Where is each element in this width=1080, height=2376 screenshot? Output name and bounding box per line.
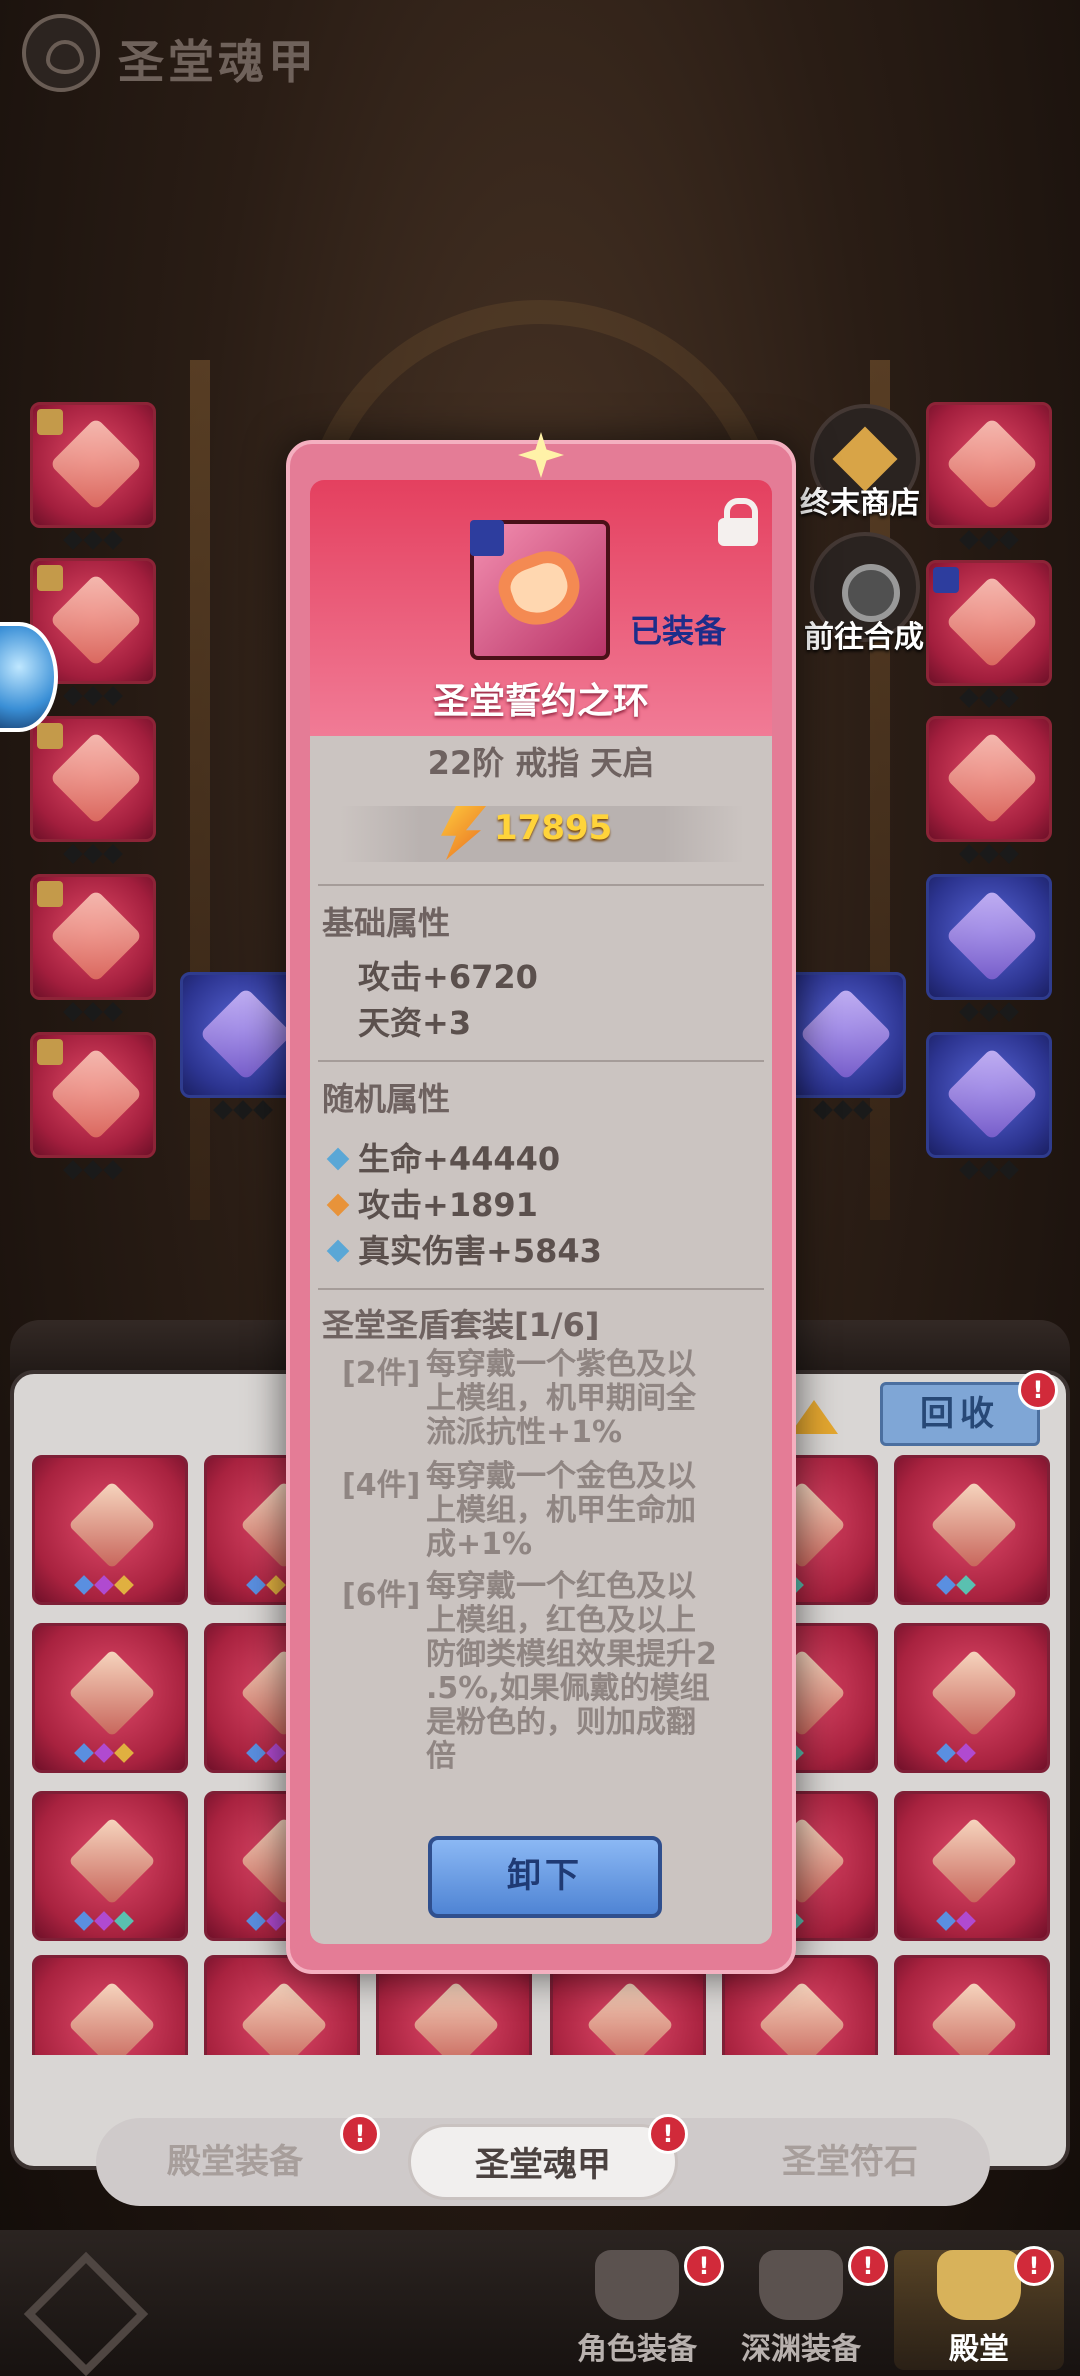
random-stat: 生命+44440 <box>326 1134 560 1180</box>
orange-gem-icon <box>326 1193 350 1217</box>
item-art-icon <box>945 1047 1039 1141</box>
equip-slot-left-4[interactable] <box>30 874 156 1022</box>
slot-badge-icon <box>37 409 63 435</box>
unequip-button[interactable]: 卸下 <box>428 1836 662 1918</box>
item-art-icon <box>49 731 143 825</box>
synthesis-label[interactable]: 前往合成 <box>804 612 924 656</box>
inventory-item[interactable] <box>32 1455 188 1605</box>
set-title: 圣堂圣盾套装[1/6] <box>322 1306 600 1344</box>
set-tier-tag: [4件] <box>342 1468 421 1503</box>
set-bonus-6: 每穿戴一个红色及以 上模组，红色及以上 防御类模组效果提升2 .5%,如果佩戴的… <box>426 1569 717 1774</box>
page-title: 圣堂魂甲 <box>118 35 318 89</box>
shop-label[interactable]: 终末商店 <box>800 478 920 522</box>
item-art-icon <box>49 417 143 511</box>
armor-icon <box>759 2250 843 2320</box>
inventory-item[interactable] <box>32 1955 188 2055</box>
lock-icon[interactable] <box>716 498 760 548</box>
shield-tag-icon <box>470 520 504 556</box>
home-logo-icon[interactable] <box>28 2256 128 2356</box>
divider <box>318 884 764 886</box>
inventory-item[interactable] <box>894 1791 1050 1941</box>
item-art-icon <box>199 987 293 1081</box>
item-name: 圣堂誓约之环 <box>432 681 649 722</box>
item-art-icon <box>49 573 143 667</box>
blue-gem-icon <box>326 1239 350 1263</box>
set-bonus-4: 每穿戴一个金色及以 上模组，机甲生命加 成+1% <box>426 1459 696 1562</box>
slot-badge-icon <box>37 565 63 591</box>
item-art-icon <box>799 987 893 1081</box>
nav-alert-badge: ! <box>1014 2246 1054 2286</box>
tab-alert-badge: ! <box>340 2114 380 2154</box>
equip-slot-right-5[interactable] <box>926 1032 1052 1180</box>
set-bonus-2: 每穿戴一个紫色及以 上模组，机甲期间全 流派抗性+1% <box>426 1347 696 1450</box>
equipped-label: 已装备 <box>630 612 727 650</box>
equip-slot-mid-right[interactable] <box>780 972 906 1120</box>
item-art-icon <box>945 889 1039 983</box>
equip-slot-right-1[interactable] <box>926 402 1052 550</box>
inventory-item[interactable] <box>894 1455 1050 1605</box>
random-stat: 真实伤害+5843 <box>326 1226 602 1272</box>
item-art-icon <box>49 1047 143 1141</box>
recycle-alert-badge: ! <box>1018 1370 1058 1410</box>
random-attr-title: 随机属性 <box>322 1080 451 1118</box>
equip-slot-left-1[interactable] <box>30 402 156 550</box>
inventory-item[interactable] <box>32 1623 188 1773</box>
item-ring-icon <box>470 520 610 660</box>
tab-runestone[interactable]: 圣堂符石 <box>730 2124 970 2200</box>
tab-alert-badge: ! <box>648 2114 688 2154</box>
item-art-icon <box>49 889 143 983</box>
item-art-icon <box>945 575 1039 669</box>
equip-slot-right-4[interactable] <box>926 874 1052 1022</box>
crown-icon <box>937 2250 1021 2320</box>
helmet-eye-icon[interactable] <box>22 14 100 92</box>
slot-badge-icon <box>37 1039 63 1065</box>
item-art-icon <box>945 417 1039 511</box>
recycle-button[interactable]: 回收 <box>880 1382 1040 1446</box>
power-value: 17895 <box>494 808 613 848</box>
divider <box>318 1060 764 1062</box>
base-stat: 天资+3 <box>358 1004 472 1042</box>
set-tier-tag: [2件] <box>342 1356 421 1391</box>
divider <box>318 1288 764 1290</box>
slot-badge-icon <box>37 723 63 749</box>
tab-soul-armor[interactable]: 圣堂魂甲 <box>408 2124 678 2200</box>
inventory-item[interactable] <box>894 1955 1050 2055</box>
helmet-icon <box>595 2250 679 2320</box>
equip-slot-right-3[interactable] <box>926 716 1052 864</box>
slot-badge-icon <box>933 567 959 593</box>
blue-gem-icon <box>326 1147 350 1171</box>
base-stat: 攻击+6720 <box>358 958 538 996</box>
set-tier-tag: [6件] <box>342 1578 421 1613</box>
random-stat: 攻击+1891 <box>326 1180 538 1226</box>
item-art-icon <box>945 731 1039 825</box>
nav-alert-badge: ! <box>848 2246 888 2286</box>
equip-slot-left-5[interactable] <box>30 1032 156 1180</box>
equip-slot-left-3[interactable] <box>30 716 156 864</box>
tab-hall-equipment[interactable]: 殿堂装备 <box>120 2124 350 2200</box>
slot-badge-icon <box>37 881 63 907</box>
base-attr-title: 基础属性 <box>322 904 451 942</box>
item-meta: 22阶 戒指 天启 <box>427 744 655 782</box>
equip-slot-right-2[interactable] <box>926 560 1052 708</box>
inventory-item[interactable] <box>894 1623 1050 1773</box>
inventory-item[interactable] <box>32 1791 188 1941</box>
